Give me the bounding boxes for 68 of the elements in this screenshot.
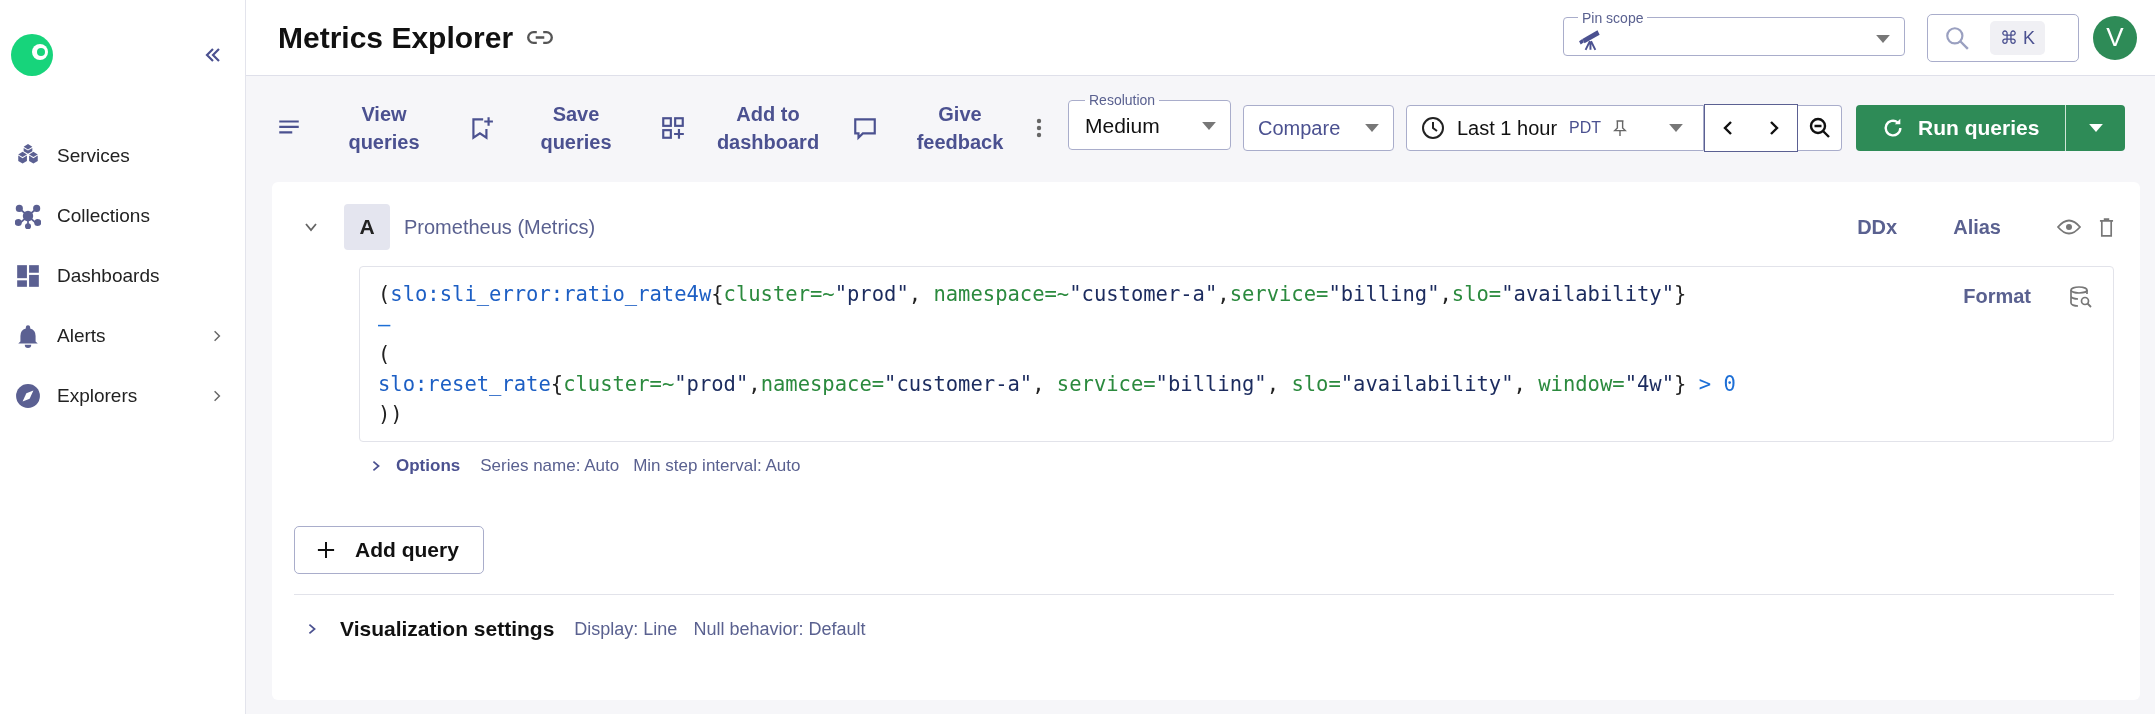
eye-icon[interactable] (2057, 219, 2081, 235)
visualization-settings-toggle[interactable]: Visualization settings (340, 617, 555, 641)
shortcut-badge: ⌘ K (1990, 20, 2045, 55)
more-icon[interactable] (1036, 118, 1042, 138)
chevron-right-icon (213, 390, 221, 402)
add-query-button[interactable]: Add query (294, 526, 484, 574)
sidebar-item[interactable]: Alerts (10, 314, 235, 358)
run-options-button[interactable] (2065, 105, 2126, 151)
run-queries-button[interactable]: Run queries (1856, 105, 2066, 151)
caret-icon (2088, 124, 2103, 132)
trash-icon[interactable] (2099, 217, 2114, 237)
query-action-button[interactable]: Alias (1953, 215, 2039, 239)
caret-icon (1202, 121, 1216, 130)
options-toggle[interactable]: Options (396, 456, 461, 476)
user-avatar[interactable]: V (2093, 15, 2137, 60)
pin-scope-field[interactable]: Pin scope (1563, 9, 1905, 56)
option-summary: Min step interval: Auto (633, 456, 801, 476)
query-letter-badge: A (344, 204, 390, 250)
time-range-picker[interactable]: Last 1 hour PDT (1406, 105, 1704, 151)
chevron-icon[interactable] (306, 623, 318, 635)
code-line: (slo:sli_error:ratio_rate4w{cluster=~"prod", namespace=~"customer-a",service="billing",slo="availability"} (378, 281, 1687, 308)
chevron-right-icon (213, 330, 221, 342)
code-line: – (378, 311, 391, 338)
sidebar-item[interactable]: Collections (10, 194, 235, 238)
resolution-select[interactable]: Resolution Medium (1068, 92, 1231, 150)
clock-icon (1421, 116, 1445, 140)
grid-icon (660, 115, 686, 141)
caret-icon (1669, 124, 1683, 132)
refresh-icon (1882, 117, 1904, 139)
format-button[interactable]: Format (1963, 285, 2031, 308)
sidebar-item[interactable]: Services (10, 134, 235, 178)
network-icon (15, 203, 41, 229)
chevron-right-icon (1769, 120, 1779, 136)
timezone-label: PDT (1569, 119, 1602, 137)
query-action-button[interactable]: DDx (1857, 215, 1936, 239)
chevron-left-icon (1723, 120, 1733, 136)
caret-icon (1365, 124, 1379, 132)
query-editor[interactable] (359, 266, 2114, 442)
sidebar-item[interactable]: Dashboards (10, 254, 235, 298)
toolbar-button[interactable]: Give feedback (852, 100, 1032, 156)
toolbar-button[interactable]: Save queries (468, 100, 648, 156)
chat-icon (852, 115, 878, 141)
sidebar-item[interactable]: Explorers (10, 374, 235, 418)
code-line: )) (378, 401, 403, 428)
bell-icon (15, 323, 41, 349)
search-icon (1944, 24, 1970, 51)
data-source-label[interactable]: Prometheus (Metrics) (404, 215, 596, 239)
visualization-summary: Display: Line (574, 618, 678, 640)
code-line: slo:reset_rate{cluster=~"prod",namespace="customer-a", service="billing", slo="availability", window="4w"} > 0 (378, 371, 1736, 398)
search-button[interactable]: ⌘ K (1927, 13, 2079, 62)
time-range-value: Last 1 hour (1457, 116, 1558, 140)
toolbar-button[interactable]: View queries (276, 100, 456, 156)
toolbar-button[interactable]: Add to dashboard (660, 100, 840, 156)
zoom-out-icon (1807, 116, 1832, 140)
compare-dropdown[interactable]: Compare (1243, 105, 1394, 151)
option-summary: Series name: Auto (480, 456, 620, 476)
code-line: ( (378, 341, 391, 368)
link-icon[interactable] (527, 30, 554, 45)
database-search-icon[interactable] (2069, 285, 2093, 309)
compass-icon (15, 383, 41, 409)
chevron-icon[interactable] (370, 460, 382, 472)
page-title: Metrics Explorer (278, 20, 514, 55)
plus-icon (317, 541, 335, 559)
caret-icon (1876, 35, 1890, 43)
visualization-summary: Null behavior: Default (693, 618, 866, 640)
pin-icon[interactable] (1613, 119, 1628, 137)
dashboard-icon (15, 263, 41, 289)
zoom-out-button[interactable] (1798, 105, 1842, 151)
